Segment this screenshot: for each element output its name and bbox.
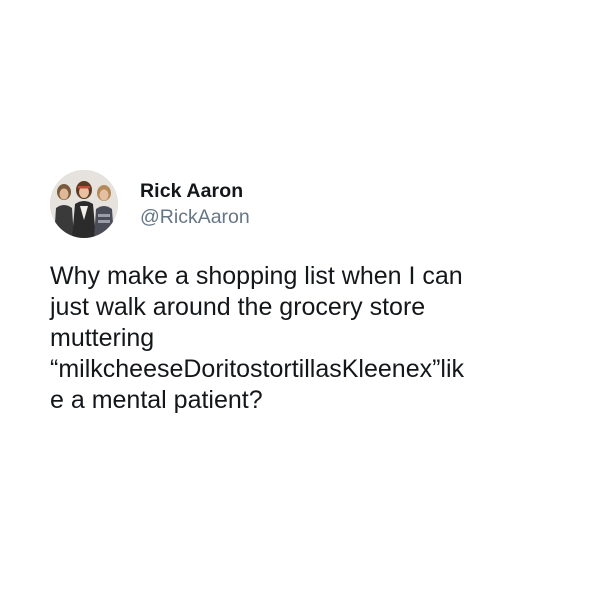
tweet-text-line: muttering	[50, 324, 155, 352]
tweet-text-line: just walk around the grocery store	[50, 293, 426, 321]
author-names: Rick Aaron @RickAaron	[140, 179, 250, 230]
tweet-text-line: Why make a shopping list when I can	[50, 262, 463, 290]
tweet-text-line: e a mental patient?	[50, 386, 263, 414]
tweet-header: Rick Aaron @RickAaron	[50, 168, 570, 240]
avatar[interactable]	[50, 170, 118, 238]
tweet-text-line: “milkcheeseDoritostortillasKleenex”lik	[50, 355, 465, 383]
tweet-card: Rick Aaron @RickAaron Why make a shoppin…	[50, 168, 570, 416]
display-name[interactable]: Rick Aaron	[140, 179, 250, 203]
band-photo-avatar-icon	[50, 170, 118, 238]
tweet-text: Why make a shopping list when I can just…	[50, 261, 550, 416]
handle[interactable]: @RickAaron	[140, 204, 250, 230]
